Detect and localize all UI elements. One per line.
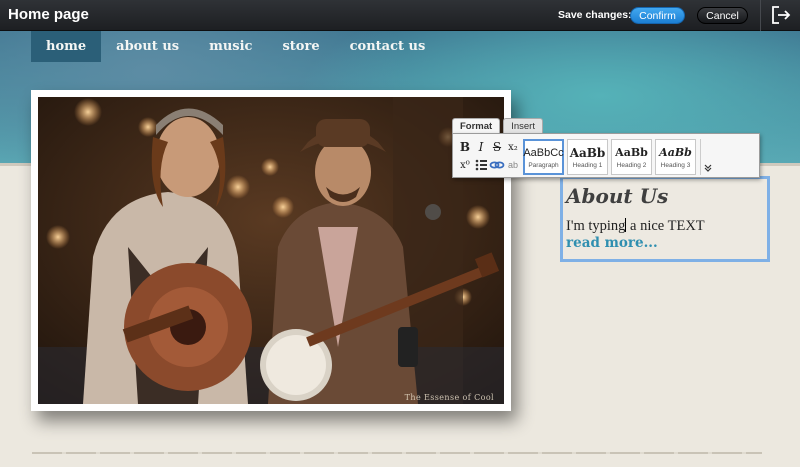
- confirm-button[interactable]: Confirm: [630, 7, 685, 24]
- style-heading-3[interactable]: AaBb Heading 3: [655, 139, 696, 175]
- style-paragraph[interactable]: AaBbCc Paragraph: [523, 139, 564, 175]
- about-us-body[interactable]: I'm typing a nice TEXT: [566, 218, 764, 235]
- style-heading-1-sample: AaBb: [569, 145, 606, 160]
- save-changes-label: Save changes:: [558, 9, 632, 21]
- exit-icon[interactable]: [770, 5, 792, 25]
- page-title: Home page: [8, 6, 89, 23]
- style-heading-2-sample: AaBb: [615, 145, 648, 159]
- band-photo: The Essense of Cool: [38, 97, 504, 404]
- superscript-button[interactable]: x⁰: [457, 157, 473, 173]
- nav-item-contact-us[interactable]: contact us: [335, 31, 441, 62]
- clear-format-button[interactable]: ab: [505, 157, 521, 173]
- nav-item-home[interactable]: home: [31, 31, 102, 62]
- tab-format[interactable]: Format: [452, 118, 501, 134]
- style-heading-1[interactable]: AaBb Heading 1: [567, 139, 608, 175]
- subscript-button[interactable]: x₂: [505, 139, 521, 155]
- editor-topbar: Home page Save changes: Confirm Cancel: [0, 0, 800, 31]
- band-photo-frame[interactable]: The Essense of Cool: [31, 90, 511, 411]
- style-heading-1-name: Heading 1: [572, 161, 603, 169]
- italic-button[interactable]: I: [473, 139, 489, 155]
- strikethrough-button[interactable]: S: [489, 139, 505, 155]
- style-heading-3-name: Heading 3: [660, 161, 691, 169]
- tab-insert[interactable]: Insert: [503, 118, 543, 134]
- style-heading-2-name: Heading 2: [616, 161, 647, 169]
- about-us-text-block[interactable]: About Us I'm typing a nice TEXT read mor…: [560, 176, 770, 262]
- read-more-link[interactable]: read more...: [566, 235, 764, 251]
- bold-button[interactable]: B: [457, 139, 473, 155]
- nav-item-store[interactable]: store: [267, 31, 334, 62]
- about-us-heading[interactable]: About Us: [566, 184, 764, 208]
- body-text-before-cursor: I'm typing: [566, 218, 626, 234]
- cancel-button[interactable]: Cancel: [697, 7, 748, 24]
- main-nav: home about us music store contact us: [31, 31, 440, 62]
- link-icon[interactable]: [489, 157, 505, 173]
- photo-watermark: The Essense of Cool: [404, 393, 494, 402]
- style-heading-2[interactable]: AaBb Heading 2: [611, 139, 652, 175]
- style-heading-3-sample: AaBb: [659, 145, 692, 159]
- topbar-divider: [760, 0, 761, 31]
- style-paragraph-name: Paragraph: [528, 161, 559, 169]
- nav-item-music[interactable]: music: [194, 31, 267, 62]
- body-text-after-cursor: a nice TEXT: [626, 218, 705, 234]
- double-chevron-down-icon: [704, 164, 711, 172]
- bullet-list-icon[interactable]: [473, 157, 489, 173]
- format-toolbar: B I S x₂ x⁰ ab AaBbCc Paragraph AaBb Hea…: [452, 133, 760, 178]
- more-styles-button[interactable]: [700, 139, 714, 175]
- style-paragraph-sample: AaBbCc: [523, 146, 564, 159]
- footer-divider: [32, 452, 762, 454]
- band-photo-illustration: [38, 97, 504, 404]
- format-toolbar-tabs: Format Insert: [452, 118, 543, 134]
- nav-item-about-us[interactable]: about us: [101, 31, 194, 62]
